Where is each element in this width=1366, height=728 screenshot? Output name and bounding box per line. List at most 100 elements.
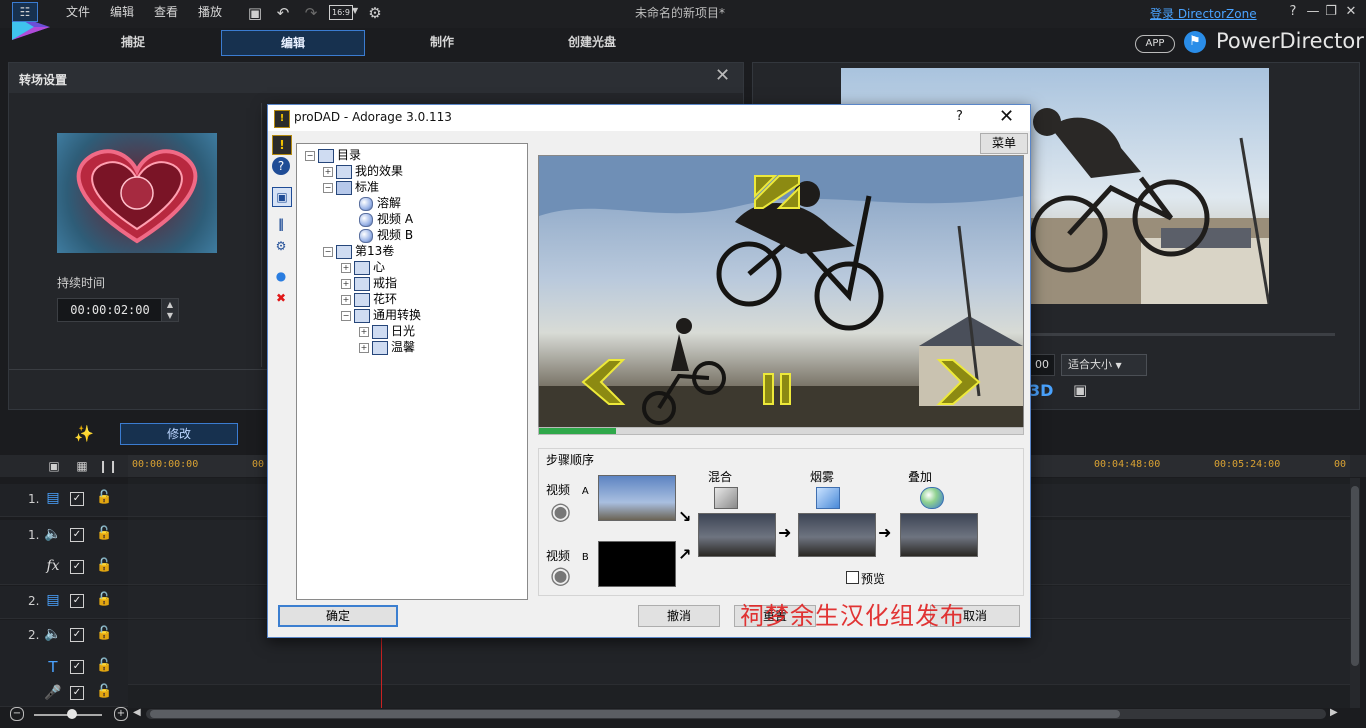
tree-node-my-effects[interactable]: + 我的效果 (323, 162, 403, 179)
effect-tree[interactable]: − 目录 + 我的效果 − 标准 溶解 视频 A 视频 B − 第13卷 + 心 + 戒指 … (296, 143, 528, 600)
track-enable-checkbox[interactable]: ✓ (70, 528, 84, 542)
delete-icon[interactable]: ✖ (272, 289, 290, 307)
preview-checkbox[interactable] (846, 571, 859, 584)
ok-button[interactable]: 确定 (278, 605, 398, 627)
aspect-ratio-button[interactable]: 16:9 (329, 5, 353, 20)
minimize-icon[interactable]: — (1304, 3, 1322, 21)
zoom-slider-handle[interactable] (67, 709, 77, 719)
tree-node-standard[interactable]: − 标准 (323, 178, 379, 195)
tree-node-sunlight[interactable]: + 日光 (359, 322, 415, 339)
help-icon[interactable]: ? (1284, 3, 1302, 21)
time-display[interactable]: 00 (1029, 354, 1055, 376)
timeline-view-icon[interactable]: ☷ (12, 2, 38, 22)
zoom-toggle-icon[interactable] (753, 174, 803, 210)
collapse-icon[interactable]: − (341, 310, 351, 321)
gear-icon[interactable]: ⚙ (272, 237, 290, 255)
lock-icon[interactable]: 🔓 (96, 626, 112, 641)
expand-icon[interactable]: + (341, 262, 351, 273)
sphere-icon[interactable]: ● (272, 267, 290, 285)
zoom-out-button[interactable]: − (10, 707, 24, 721)
horizontal-scroll-thumb[interactable] (150, 710, 1120, 718)
collapse-icon[interactable]: − (323, 182, 333, 193)
tab-edit[interactable]: 编辑 (221, 30, 365, 56)
save-icon[interactable]: ▣ (244, 2, 266, 24)
tab-produce[interactable]: 制作 (371, 30, 513, 54)
lock-icon[interactable]: 🔓 (96, 526, 112, 541)
tree-node-video-b[interactable]: 视频 B (359, 226, 413, 243)
undo-icon[interactable]: ↶ (272, 2, 294, 24)
expand-icon[interactable]: + (359, 326, 369, 337)
lock-icon[interactable]: 🔓 (96, 592, 112, 607)
duration-stepper[interactable]: ▲ ▼ (161, 298, 179, 322)
zoom-in-button[interactable]: + (114, 707, 128, 721)
tree-node-wreath[interactable]: + 花环 (341, 290, 397, 307)
expand-icon[interactable]: + (359, 342, 369, 353)
expand-icon[interactable]: + (341, 278, 351, 289)
tree-node-general[interactable]: − 通用转换 (341, 306, 421, 323)
magic-wand-icon[interactable]: ✨ (74, 424, 94, 443)
tree-node-video-a[interactable]: 视频 A (359, 210, 413, 227)
3d-button[interactable]: 3D (1029, 381, 1053, 400)
cast-icon[interactable]: ▣ (1073, 381, 1087, 399)
collapse-icon[interactable]: − (305, 150, 315, 161)
restore-icon[interactable]: ❐ (1322, 3, 1340, 21)
overlay-thumbnail[interactable] (900, 513, 978, 557)
undo-button[interactable]: 撤消 (638, 605, 720, 627)
lock-icon[interactable]: 🔓 (96, 684, 112, 699)
modify-button[interactable]: 修改 (120, 423, 238, 445)
pause-settings-icon[interactable]: ‖ (272, 215, 290, 233)
menu-view[interactable]: 查看 (154, 3, 178, 20)
close-icon[interactable]: ✕ (715, 65, 730, 86)
video-b-thumbnail[interactable] (598, 541, 676, 587)
lock-icon[interactable]: 🔓 (96, 490, 112, 505)
tree-node-ring[interactable]: + 戒指 (341, 274, 397, 291)
track-enable-checkbox[interactable]: ✓ (70, 492, 84, 506)
fog-thumbnail[interactable] (798, 513, 876, 557)
menu-edit[interactable]: 编辑 (110, 3, 134, 20)
app-badge[interactable]: APP (1135, 35, 1175, 53)
mix-thumbnail[interactable] (698, 513, 776, 557)
effect-preview[interactable] (538, 155, 1024, 429)
next-icon[interactable] (935, 358, 983, 406)
fit-size-select[interactable]: 适合大小 ▼ (1061, 354, 1147, 376)
track-lane[interactable] (128, 652, 1350, 685)
collapse-icon[interactable]: − (323, 246, 333, 257)
vertical-scroll-thumb[interactable] (1351, 486, 1359, 666)
prodad-icon[interactable]: ! (272, 135, 292, 155)
notification-bell-icon[interactable]: ⚑ (1184, 31, 1206, 53)
tree-node-warm[interactable]: + 温馨 (359, 338, 415, 355)
redo-icon[interactable]: ↷ (300, 2, 322, 24)
image-icon[interactable]: ▣ (272, 187, 292, 207)
video-a-thumbnail[interactable] (598, 475, 676, 521)
tree-node-root[interactable]: − 目录 (305, 146, 361, 163)
storyboard-view-icon[interactable]: ▣ (42, 457, 66, 475)
pause-icon[interactable] (761, 372, 793, 406)
track-enable-checkbox[interactable]: ✓ (70, 660, 84, 674)
duration-input[interactable]: 00:00:02:00 (57, 298, 163, 322)
help-icon[interactable]: ? (272, 157, 290, 175)
tab-capture[interactable]: 捕捉 (62, 30, 204, 54)
expand-icon[interactable]: + (341, 294, 351, 305)
menu-play[interactable]: 播放 (198, 3, 222, 20)
close-icon[interactable]: ✕ (1342, 3, 1360, 21)
help-button[interactable]: ? (956, 109, 963, 124)
track-enable-checkbox[interactable]: ✓ (70, 686, 84, 700)
previous-icon[interactable] (579, 358, 627, 406)
tree-node-heart[interactable]: + 心 (341, 258, 385, 275)
tree-node-dissolve[interactable]: 溶解 (359, 194, 401, 211)
track-enable-checkbox[interactable]: ✓ (70, 594, 84, 608)
login-link[interactable]: 登录 DirectorZone (1150, 5, 1257, 22)
scroll-left-icon[interactable]: ◀ (133, 707, 141, 718)
track-enable-checkbox[interactable]: ✓ (70, 628, 84, 642)
split-icon[interactable]: ❙❙ (96, 457, 120, 475)
tab-create-disc[interactable]: 创建光盘 (521, 30, 663, 54)
scroll-right-icon[interactable]: ▶ (1330, 707, 1338, 718)
menu-button[interactable]: 菜单 (980, 133, 1028, 154)
menu-file[interactable]: 文件 (66, 3, 90, 20)
close-icon[interactable]: ✕ (999, 106, 1014, 127)
lock-icon[interactable]: 🔓 (96, 558, 112, 573)
chevron-down-icon[interactable]: ▼ (352, 6, 358, 15)
tree-node-volume-13[interactable]: − 第13卷 (323, 242, 394, 259)
lock-icon[interactable]: 🔓 (96, 658, 112, 673)
expand-icon[interactable]: + (323, 166, 333, 177)
